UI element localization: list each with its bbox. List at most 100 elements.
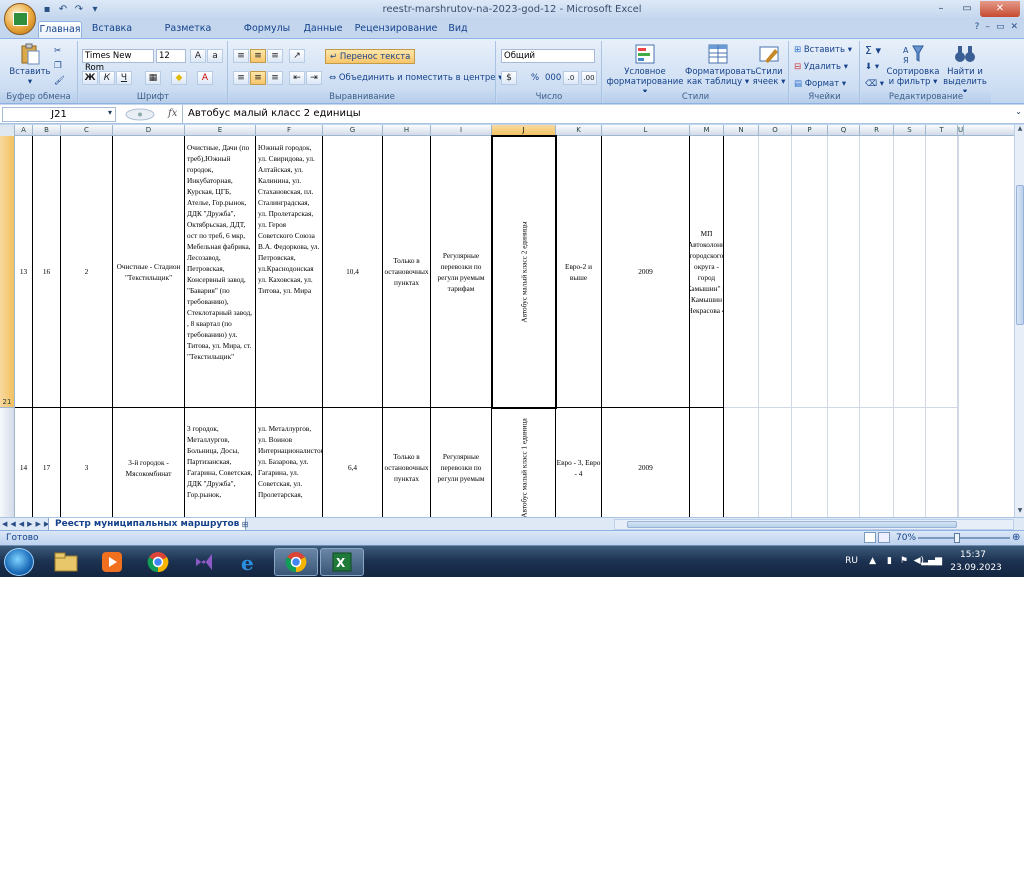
cell-o[interactable] xyxy=(759,136,792,408)
cell-j[interactable]: Автобус малый класс 1 единица xyxy=(492,408,556,517)
tab-insert[interactable]: Вставка xyxy=(86,21,138,38)
clock-date[interactable]: 23.09.2023 xyxy=(948,563,1004,573)
name-box[interactable]: J21 xyxy=(2,107,116,122)
select-all-corner[interactable] xyxy=(0,125,15,136)
column-header-r[interactable]: R xyxy=(860,125,894,136)
orientation-icon[interactable]: ↗ xyxy=(289,49,305,63)
new-sheet-icon[interactable]: ⊞ xyxy=(235,519,255,530)
zoom-slider-thumb[interactable] xyxy=(954,533,960,543)
column-header-t[interactable]: T xyxy=(926,125,958,136)
tab-review[interactable]: Рецензирование xyxy=(352,21,440,38)
font-name-select[interactable]: Times New Rom xyxy=(82,49,154,73)
cell-r[interactable] xyxy=(860,408,894,517)
cell-p[interactable] xyxy=(792,136,828,408)
cell-t[interactable] xyxy=(926,408,958,517)
cell-q[interactable] xyxy=(828,136,860,408)
cell-a[interactable]: 14 xyxy=(15,408,33,517)
horizontal-scroll-thumb[interactable] xyxy=(627,521,957,528)
help-icon[interactable]: ? xyxy=(975,22,980,32)
copy-icon[interactable]: ❐ xyxy=(54,60,62,73)
cell-c[interactable]: 3 xyxy=(61,408,113,517)
cell-e[interactable]: 3 городок, Металлургов, Больница, Досы, … xyxy=(185,408,256,517)
cell-t[interactable] xyxy=(926,136,958,408)
column-header-o[interactable]: O xyxy=(759,125,792,136)
cell-k[interactable]: Евро - 3, Евро - 4 xyxy=(556,408,602,517)
horizontal-scrollbar[interactable] xyxy=(614,519,1014,530)
cell-j[interactable]: Автобус малый класс 2 единицы xyxy=(492,136,556,408)
cell-e[interactable]: Очистные, Дачи (по треб),Южный городок, … xyxy=(185,136,256,408)
align-right-icon[interactable]: ≡ xyxy=(267,71,283,85)
column-header-u[interactable]: U xyxy=(958,125,965,136)
vertical-scroll-thumb[interactable] xyxy=(1016,185,1024,325)
language-indicator[interactable]: RU xyxy=(845,556,858,566)
cell-r[interactable] xyxy=(860,136,894,408)
cell-a[interactable]: 13 xyxy=(15,136,33,408)
cell-u[interactable] xyxy=(958,408,959,517)
clear-icon[interactable]: ⌫ ▾ xyxy=(865,78,884,91)
cell-c[interactable]: 2 xyxy=(61,136,113,408)
column-header-i[interactable]: I xyxy=(431,125,492,136)
italic-button[interactable]: К xyxy=(99,71,115,85)
formula-input[interactable]: Автобус малый класс 2 единицы xyxy=(182,105,1012,124)
column-header-e[interactable]: E xyxy=(185,125,256,136)
page-layout-view-icon[interactable] xyxy=(878,532,890,543)
tab-data[interactable]: Данные xyxy=(300,21,346,38)
format-painter-icon[interactable]: 🖌 xyxy=(54,75,65,88)
autosum-icon[interactable]: Σ ▾ xyxy=(865,44,881,57)
shrink-font-icon[interactable]: a xyxy=(207,49,223,63)
cell-o[interactable] xyxy=(759,408,792,517)
wrap-text-button[interactable]: ↵ Перенос текста xyxy=(325,49,416,64)
column-header-l[interactable]: L xyxy=(602,125,690,136)
scroll-up-icon[interactable]: ▲ xyxy=(1015,125,1024,135)
currency-icon[interactable]: $ xyxy=(501,71,517,85)
fill-icon[interactable]: ⬇ ▾ xyxy=(865,61,879,74)
cell-n[interactable] xyxy=(724,408,759,517)
column-header-a[interactable]: A xyxy=(15,125,33,136)
bold-button[interactable]: Ж xyxy=(82,71,98,85)
zoom-in-icon[interactable]: ⊕ xyxy=(1012,531,1020,545)
format-cells-button[interactable]: ▤ Формат ▾ xyxy=(794,78,846,91)
ribbon-minimize-icon[interactable]: – xyxy=(985,22,990,32)
start-button-icon[interactable] xyxy=(4,548,34,576)
scroll-down-icon[interactable]: ▼ xyxy=(1015,507,1024,517)
minimize-icon[interactable]: – xyxy=(928,1,954,17)
cell-q[interactable] xyxy=(828,408,860,517)
column-header-s[interactable]: S xyxy=(894,125,926,136)
cell-u[interactable] xyxy=(958,136,959,408)
cell-s[interactable] xyxy=(894,408,926,517)
column-header-f[interactable]: F xyxy=(256,125,323,136)
flag-icon[interactable]: ⚑ xyxy=(900,556,908,566)
sort-filter-button[interactable]: АЯ Сортировка и фильтр ▾ xyxy=(885,43,941,87)
visual-studio-taskbar-icon[interactable] xyxy=(182,548,226,576)
tab-page-layout[interactable]: Разметка страницы xyxy=(142,21,234,50)
cell-m[interactable] xyxy=(690,408,724,517)
network-icon[interactable]: ▂▄▆ xyxy=(921,556,942,566)
cell-i[interactable]: Регулярные перевозки по регули руемым xyxy=(431,408,492,517)
cell-g[interactable]: 6,4 xyxy=(323,408,383,517)
paste-button[interactable]: Вставить ▾ xyxy=(8,43,52,87)
name-box-dropdown-icon[interactable]: ▾ xyxy=(108,108,112,117)
tab-view[interactable]: Вид xyxy=(444,21,472,38)
decrease-indent-icon[interactable]: ⇤ xyxy=(289,71,305,85)
cell-p[interactable] xyxy=(792,408,828,517)
cell-d[interactable]: 3-й городок - Мясокомбинат xyxy=(113,408,185,517)
cell-g[interactable]: 10,4 xyxy=(323,136,383,408)
increase-decimal-icon[interactable]: .0 xyxy=(563,71,579,85)
underline-button[interactable]: Ч xyxy=(116,71,132,85)
excel-taskbar-icon[interactable]: X xyxy=(320,548,364,576)
column-header-p[interactable]: P xyxy=(792,125,828,136)
borders-icon[interactable]: ▦ xyxy=(145,71,161,85)
ribbon-restore-icon[interactable]: ▭ xyxy=(996,22,1005,32)
format-as-table-button[interactable]: Форматировать как таблицу ▾ xyxy=(685,43,756,87)
cell-h[interactable]: Только в остановочных пунктах xyxy=(383,136,431,408)
cell-f[interactable]: Южный городок, ул. Свиридова, ул. Алтайс… xyxy=(256,136,323,408)
ribbon-close-icon[interactable]: ✕ xyxy=(1010,22,1018,32)
row-header[interactable]: 21 xyxy=(0,136,15,408)
cell-b[interactable]: 16 xyxy=(33,136,61,408)
explorer-taskbar-icon[interactable] xyxy=(44,548,88,576)
chrome-window-taskbar-icon[interactable] xyxy=(274,548,318,576)
column-header-d[interactable]: D xyxy=(113,125,185,136)
expand-formula-bar-icon[interactable]: ⌄ xyxy=(1015,107,1022,116)
cell-h[interactable]: Только в остановочных пунктах xyxy=(383,408,431,517)
device-icon[interactable]: ▮ xyxy=(887,556,892,566)
